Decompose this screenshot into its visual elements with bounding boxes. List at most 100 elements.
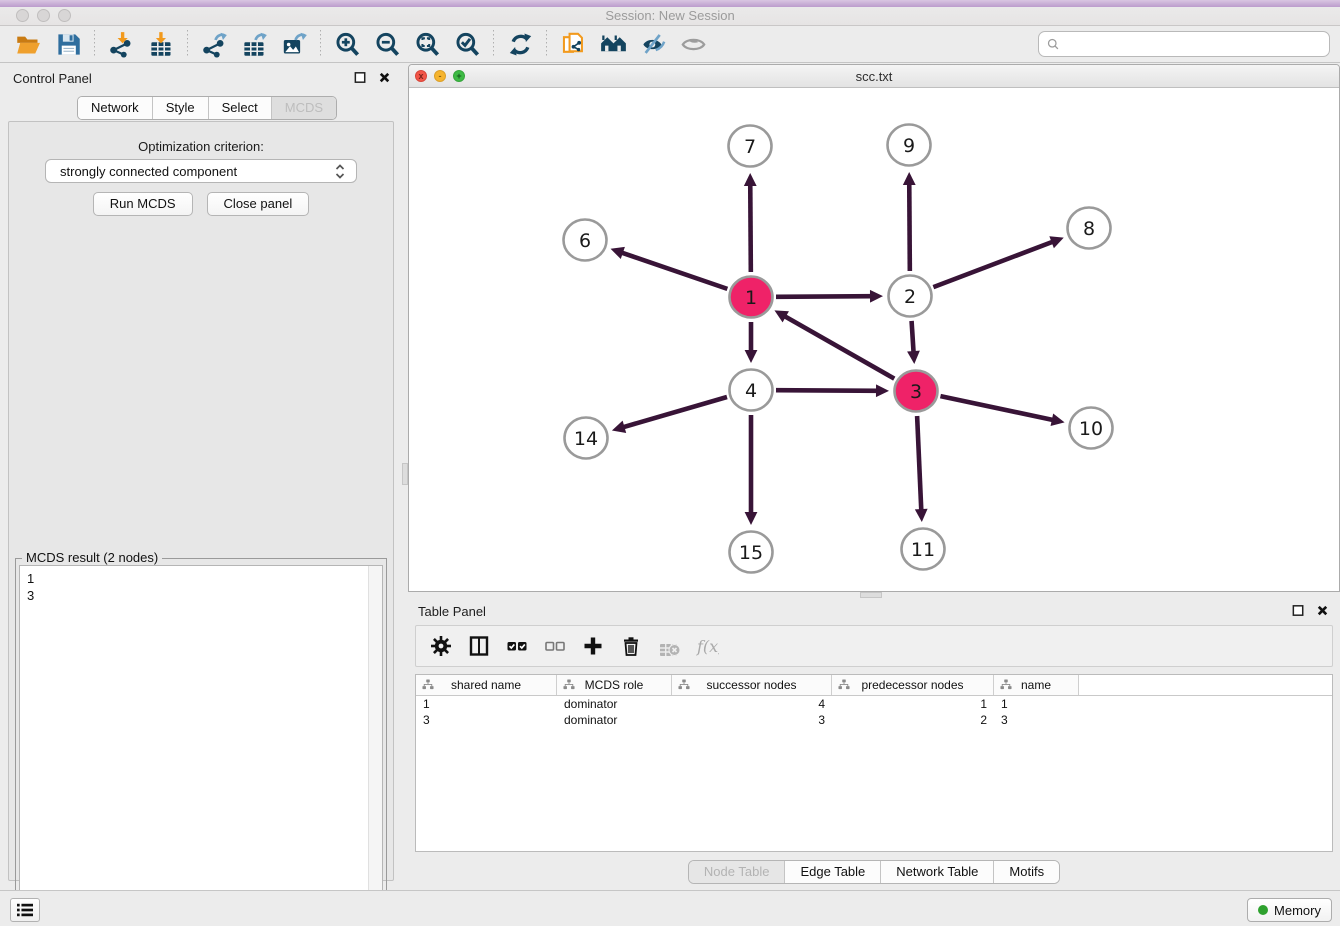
add-button[interactable] [576, 630, 610, 662]
save-session-button[interactable] [48, 28, 88, 60]
table-toolbar: f(x) [415, 625, 1333, 667]
graph-node-3[interactable]: 3 [895, 371, 938, 412]
table-tabs: Node TableEdge TableNetwork TableMotifs [688, 860, 1060, 884]
float-panel-icon[interactable] [353, 70, 368, 85]
zoom-fit-button[interactable] [407, 28, 447, 60]
export-image-button[interactable] [274, 28, 314, 60]
tab-node-table[interactable]: Node Table [689, 861, 786, 883]
window-title: Session: New Session [0, 8, 1340, 23]
hide-panels-button[interactable] [633, 28, 673, 60]
fx-button: f(x) [690, 630, 724, 662]
export-table-icon [241, 31, 268, 58]
node-table[interactable]: shared name MCDS role successor nodesprede… [415, 674, 1333, 852]
graph-node-1[interactable]: 1 [730, 277, 773, 318]
graph-node-2[interactable]: 2 [889, 276, 932, 317]
column-label: MCDS role [585, 678, 644, 692]
zoom-in-button[interactable] [327, 28, 367, 60]
column-header-predecessor-nodes[interactable]: predecessor nodes [832, 675, 994, 695]
refresh-button[interactable] [500, 28, 540, 60]
graph-node-6[interactable]: 6 [564, 220, 607, 261]
search-box[interactable] [1038, 31, 1330, 57]
search-icon [1046, 37, 1061, 52]
home-button[interactable] [593, 28, 633, 60]
graph-edge-4-15[interactable] [745, 415, 758, 525]
graph-node-7[interactable]: 7 [729, 126, 772, 167]
tab-style[interactable]: Style [153, 97, 209, 119]
tab-network[interactable]: Network [78, 97, 153, 119]
table-cell: 1 [416, 696, 557, 712]
float-table-panel-icon[interactable] [1291, 603, 1306, 618]
app-titlebar: Session: New Session [0, 0, 1340, 26]
column-header-name[interactable]: name [994, 675, 1079, 695]
graph-edge-3-10[interactable] [940, 396, 1064, 426]
table-row[interactable]: 1dominator411 [416, 696, 1332, 712]
column-header-MCDS-role[interactable]: MCDS role [557, 675, 672, 695]
fx-icon: f(x) [695, 634, 719, 658]
graph-node-4[interactable]: 4 [730, 370, 773, 411]
column-header-shared-name[interactable]: shared name [416, 675, 557, 695]
tab-motifs[interactable]: Motifs [994, 861, 1059, 883]
tab-mcds[interactable]: MCDS [272, 97, 336, 119]
graph-edge-2-8[interactable] [933, 236, 1063, 287]
export-table-button[interactable] [234, 28, 274, 60]
graph-node-15[interactable]: 15 [730, 532, 773, 573]
close-panel-button[interactable]: Close panel [207, 192, 310, 216]
graph-node-14[interactable]: 14 [565, 418, 608, 459]
close-panel-icon[interactable] [377, 70, 392, 85]
deselect-all-icon [543, 634, 567, 658]
search-input[interactable] [1065, 37, 1315, 52]
export-network-button[interactable] [194, 28, 234, 60]
close-table-panel-icon[interactable] [1315, 603, 1330, 618]
deselect-all-button[interactable] [538, 630, 572, 662]
graph-node-10[interactable]: 10 [1070, 408, 1113, 449]
trash-button[interactable] [614, 630, 648, 662]
graph-edge-1-7[interactable] [744, 173, 757, 272]
tab-select[interactable]: Select [209, 97, 272, 119]
graph-edge-1-2[interactable] [776, 290, 883, 303]
import-network-button[interactable] [101, 28, 141, 60]
zoom-out-button[interactable] [367, 28, 407, 60]
clone-network-button[interactable] [553, 28, 593, 60]
graph-edge-1-4[interactable] [745, 322, 758, 363]
tree-icon [677, 678, 691, 692]
graph-node-11[interactable]: 11 [902, 529, 945, 570]
zoom-selected-button[interactable] [447, 28, 487, 60]
mcds-result-text[interactable]: 1 3 [19, 565, 383, 926]
gear-button[interactable] [424, 630, 458, 662]
network-window-titlebar[interactable]: x - + scc.txt [409, 65, 1339, 88]
select-all-button[interactable] [500, 630, 534, 662]
task-history-button[interactable] [10, 898, 40, 922]
graph-edge-3-11[interactable] [915, 416, 928, 522]
result-scrollbar[interactable] [368, 566, 382, 926]
status-bar: Memory [0, 890, 1340, 926]
eye-disabled-button[interactable] [673, 28, 713, 60]
delete-table-button [652, 630, 686, 662]
import-network-icon [108, 31, 135, 58]
hide-panels-icon [640, 31, 667, 58]
import-table-button[interactable] [141, 28, 181, 60]
home-icon [600, 31, 627, 58]
network-canvas[interactable]: 7 9 6 8 1 2 4 3 14 10 15 11 [409, 88, 1339, 592]
zoom-in-icon [334, 31, 361, 58]
tab-network-table[interactable]: Network Table [881, 861, 994, 883]
graph-edge-4-14[interactable] [612, 397, 727, 433]
graph-edge-2-3[interactable] [907, 321, 920, 364]
graph-edge-1-6[interactable] [611, 247, 728, 289]
zoom-selected-icon [454, 31, 481, 58]
run-mcds-button[interactable]: Run MCDS [93, 192, 193, 216]
select-stepper-icon [334, 163, 346, 180]
tab-edge-table[interactable]: Edge Table [785, 861, 881, 883]
columns-button[interactable] [462, 630, 496, 662]
table-row[interactable]: 3dominator323 [416, 712, 1332, 728]
add-icon [581, 634, 605, 658]
memory-button[interactable]: Memory [1247, 898, 1332, 922]
table-cell: 4 [672, 696, 832, 712]
graph-edge-2-9[interactable] [903, 172, 916, 271]
graph-edge-4-3[interactable] [776, 384, 889, 397]
column-header-successor-nodes[interactable]: successor nodes [672, 675, 832, 695]
graph-node-8[interactable]: 8 [1068, 208, 1111, 249]
optimization-criterion-select[interactable]: strongly connected component [45, 159, 357, 183]
graph-edge-3-1[interactable] [774, 310, 894, 378]
open-session-button[interactable] [8, 28, 48, 60]
graph-node-9[interactable]: 9 [888, 125, 931, 166]
